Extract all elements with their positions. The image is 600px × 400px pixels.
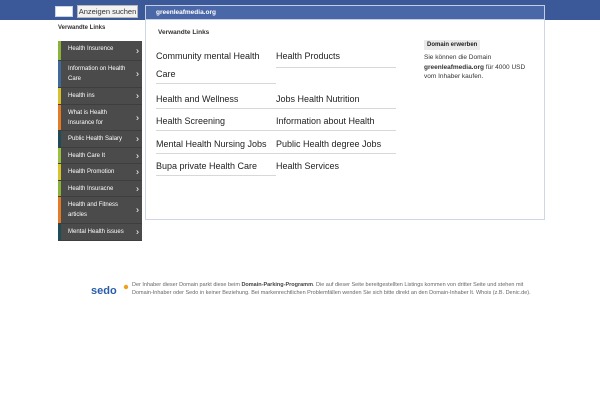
sidebar-item-color-bar xyxy=(58,181,61,196)
chevron-right-icon: › xyxy=(136,68,139,79)
sidebar-item-label: Mental Health issues xyxy=(68,229,124,235)
sidebar-item-color-bar xyxy=(58,105,61,130)
chevron-right-icon: › xyxy=(136,226,139,237)
sedo-logo-dot-icon xyxy=(123,284,129,290)
buy-domain-button[interactable]: Domain erwerben xyxy=(424,40,481,50)
chevron-right-icon: › xyxy=(136,45,139,55)
chevron-right-icon: › xyxy=(136,183,139,193)
domain-parking-link[interactable]: Domain-Parking-Programm xyxy=(241,282,313,288)
sidebar: Health Insurence › Information on Health… xyxy=(58,41,142,241)
related-link[interactable]: Health and Wellness xyxy=(156,90,276,109)
sedo-logo-text: sedo xyxy=(91,285,117,297)
sidebar-item[interactable]: Health Insurence › xyxy=(58,41,142,61)
sidebar-item-label: Health Care It xyxy=(68,153,106,159)
sidebar-item[interactable]: Health Promotion › xyxy=(58,164,142,181)
footer-disclaimer: Der Inhaber dieser Domain parkt diese be… xyxy=(132,282,545,297)
sedo-logo[interactable]: sedo xyxy=(90,282,130,298)
sidebar-item[interactable]: Mental Health issues › xyxy=(58,224,142,241)
sidebar-item-color-bar xyxy=(58,88,61,104)
domain-header: greenleafmedia.org xyxy=(145,5,545,20)
related-link[interactable]: Mental Health Nursing Jobs xyxy=(156,135,276,154)
domain-sale-prefix: Sie können die Domain xyxy=(424,54,492,61)
chevron-right-icon: › xyxy=(136,90,139,101)
sidebar-item-label: Information on Health Care xyxy=(68,66,126,82)
sidebar-item-label: Health Insuracne xyxy=(68,186,114,192)
related-link[interactable]: Bupa private Health Care xyxy=(156,157,276,176)
sidebar-item[interactable]: Health ins › xyxy=(58,88,142,105)
sidebar-item-color-bar xyxy=(58,224,61,240)
related-link[interactable]: Information about Health xyxy=(276,112,396,131)
related-link[interactable]: Jobs Health Nutrition xyxy=(276,90,396,109)
sidebar-item-color-bar xyxy=(58,164,61,180)
sidebar-item-color-bar xyxy=(58,41,61,60)
sidebar-item[interactable]: Health Insuracne › xyxy=(58,181,142,197)
related-link[interactable]: Health Products xyxy=(276,47,396,68)
chevron-right-icon: › xyxy=(136,150,139,160)
sidebar-item-color-bar xyxy=(58,131,61,147)
sidebar-item[interactable]: Health and Fitness articles › xyxy=(58,197,142,224)
sidebar-item-label: Health and Fitness articles xyxy=(68,202,119,218)
related-link[interactable]: Health Screening xyxy=(156,112,276,131)
sidebar-item[interactable]: Public Health Salary › xyxy=(58,131,142,148)
chevron-right-icon: › xyxy=(136,133,139,144)
sidebar-item-label: Health Insurence xyxy=(68,46,114,52)
domain-sale-box: Domain erwerben Sie können die Domain gr… xyxy=(424,33,539,82)
chevron-right-icon: › xyxy=(136,204,139,215)
sidebar-title: Verwandte Links xyxy=(58,25,106,31)
related-links-panel: Verwandte Links Community mental Health … xyxy=(145,20,545,220)
chevron-right-icon: › xyxy=(136,166,139,177)
sidebar-item[interactable]: What is Health Insurance for › xyxy=(58,105,142,131)
sidebar-item-label: What is Health Insurance for xyxy=(68,110,108,126)
search-input[interactable] xyxy=(55,6,73,17)
sidebar-item-label: Health Promotion xyxy=(68,169,115,175)
chevron-right-icon: › xyxy=(136,112,139,122)
domain-sale-name: greenleafmedia.org xyxy=(424,63,484,71)
search-ads-button[interactable]: Anzeigen suchen xyxy=(77,5,138,18)
related-link[interactable]: Community mental Health Care xyxy=(156,47,276,84)
sidebar-item-label: Health ins xyxy=(68,93,95,99)
sidebar-item-color-bar xyxy=(58,148,61,163)
domain-sale-text: Sie können die Domain greenleafmedia.org… xyxy=(424,53,539,82)
related-link[interactable]: Health Services xyxy=(276,157,396,175)
sidebar-item-label: Public Health Salary xyxy=(68,136,123,142)
footer-text-part1: Der Inhaber dieser Domain parkt diese be… xyxy=(132,282,240,288)
sidebar-item-color-bar xyxy=(58,61,61,87)
panel-title: Verwandte Links xyxy=(158,29,210,36)
sidebar-item[interactable]: Health Care It › xyxy=(58,148,142,164)
sidebar-item-color-bar xyxy=(58,197,61,223)
related-link[interactable]: Public Health degree Jobs xyxy=(276,135,396,154)
sidebar-item[interactable]: Information on Health Care › xyxy=(58,61,142,88)
